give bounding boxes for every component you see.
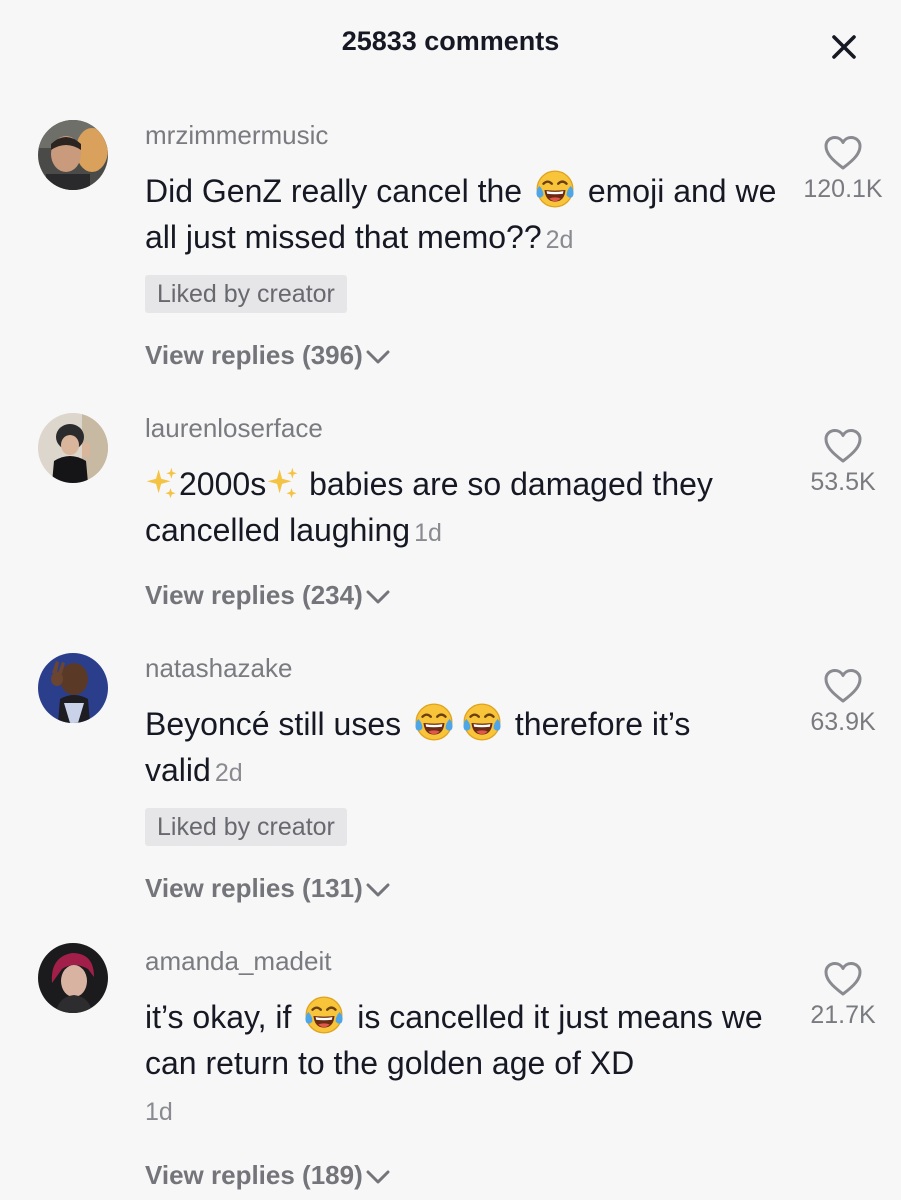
- comment-text: Beyoncé still uses therefore it’s valid 2…: [145, 701, 785, 796]
- like-column: 120.1K: [790, 135, 896, 204]
- comment-username[interactable]: natashazake: [145, 653, 292, 684]
- comment-time: 2d: [214, 759, 243, 787]
- like-count: 21.7K: [810, 1001, 876, 1029]
- view-replies-label: View replies (234): [145, 580, 363, 610]
- comment-text-part: Did GenZ really cancel the: [145, 173, 531, 209]
- comments-sheet: 25833 comments mrzimmermusic Did GenZ re…: [0, 0, 901, 1200]
- view-replies-button[interactable]: View replies (234): [145, 580, 391, 611]
- comment-text-part: Beyoncé still uses: [145, 706, 411, 742]
- like-column: 53.5K: [790, 428, 896, 497]
- like-count: 120.1K: [803, 175, 883, 203]
- heart-icon[interactable]: [823, 428, 863, 464]
- comments-header: 25833 comments: [0, 0, 901, 90]
- heart-icon[interactable]: [823, 961, 863, 997]
- comment-username[interactable]: mrzimmermusic: [145, 120, 328, 151]
- heart-icon[interactable]: [823, 668, 863, 704]
- like-column: 63.9K: [790, 668, 896, 737]
- comment-text: 2000s babies are so damaged they cancell…: [145, 461, 785, 556]
- view-replies-label: View replies (189): [145, 1160, 363, 1190]
- close-icon: [832, 35, 856, 59]
- chevron-down-icon: [366, 350, 390, 364]
- laughing-emoji-icon: [303, 994, 345, 1036]
- view-replies-button[interactable]: View replies (189): [145, 1160, 391, 1191]
- avatar[interactable]: [38, 653, 108, 723]
- view-replies-button[interactable]: View replies (396): [145, 340, 391, 371]
- chevron-down-icon: [366, 590, 390, 604]
- comment-text-part: it’s okay, if: [145, 999, 301, 1035]
- laughing-emoji-icon: [534, 168, 576, 210]
- laughing-emoji-icon: [461, 701, 503, 743]
- like-column: 21.7K: [790, 961, 896, 1030]
- laughing-emoji-icon: [413, 701, 455, 743]
- comment-text-part: 2000s: [179, 466, 267, 502]
- view-replies-label: View replies (131): [145, 873, 363, 903]
- like-count: 53.5K: [810, 468, 876, 496]
- comment-username[interactable]: laurenloserface: [145, 413, 323, 444]
- view-replies-label: View replies (396): [145, 340, 363, 370]
- like-count: 63.9K: [810, 708, 876, 736]
- avatar[interactable]: [38, 120, 108, 190]
- comment-text: Did GenZ really cancel the emoji and we …: [145, 168, 785, 263]
- close-button[interactable]: [823, 26, 865, 68]
- liked-by-creator-badge: Liked by creator: [145, 275, 347, 313]
- comment-time: 1d: [145, 1098, 173, 1126]
- comments-count-title: 25833 comments: [341, 26, 560, 56]
- chevron-down-icon: [366, 1170, 390, 1184]
- liked-by-creator-badge: Liked by creator: [145, 808, 347, 846]
- comment-time: 2d: [545, 226, 574, 254]
- comment-username[interactable]: amanda_madeit: [145, 946, 331, 977]
- comment-time: 1d: [414, 519, 442, 547]
- avatar[interactable]: [38, 943, 108, 1013]
- avatar[interactable]: [38, 413, 108, 483]
- chevron-down-icon: [366, 883, 390, 897]
- sparkles-emoji-icon: [266, 466, 300, 500]
- comment-text: it’s okay, if is cancelled it just means…: [145, 994, 785, 1135]
- view-replies-button[interactable]: View replies (131): [145, 873, 391, 904]
- heart-icon[interactable]: [823, 135, 863, 171]
- sparkles-emoji-icon: [145, 466, 179, 500]
